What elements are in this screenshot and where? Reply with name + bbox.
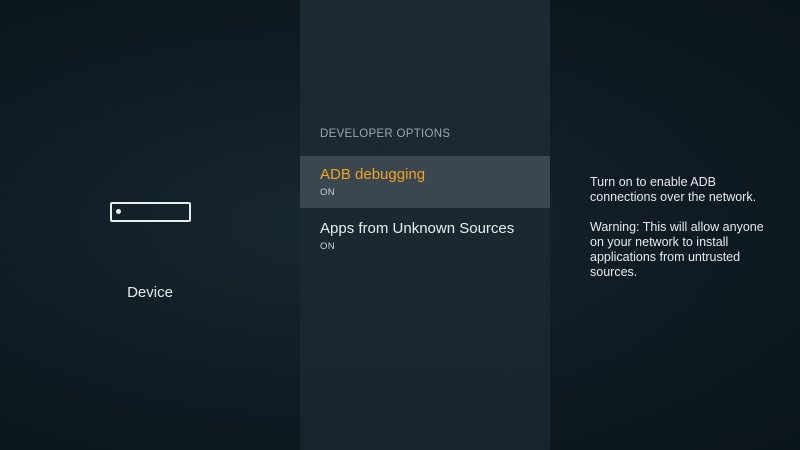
help-panel: Turn on to enable ADB connections over t… bbox=[550, 0, 800, 450]
option-value: ON bbox=[320, 187, 335, 198]
options-panel: DEVELOPER OPTIONS ADB debugging ON Apps … bbox=[300, 0, 550, 450]
unknown-sources-option[interactable]: Apps from Unknown Sources ON bbox=[300, 210, 550, 262]
category-panel: Device bbox=[0, 0, 300, 450]
help-warning: Warning: This will allow anyone on your … bbox=[590, 220, 764, 279]
section-header: DEVELOPER OPTIONS bbox=[320, 128, 451, 140]
help-text: Turn on to enable ADB connections over t… bbox=[590, 175, 780, 295]
option-title: Apps from Unknown Sources bbox=[320, 220, 515, 237]
settings-screen: Device DEVELOPER OPTIONS ADB debugging O… bbox=[0, 0, 800, 450]
option-value: ON bbox=[320, 241, 335, 252]
fire-tv-device-icon bbox=[110, 202, 191, 222]
option-title: ADB debugging bbox=[320, 166, 426, 183]
adb-debugging-option[interactable]: ADB debugging ON bbox=[300, 156, 550, 208]
category-label: Device bbox=[127, 284, 173, 301]
help-description: Turn on to enable ADB connections over t… bbox=[590, 175, 757, 204]
device-led-indicator bbox=[116, 209, 121, 214]
